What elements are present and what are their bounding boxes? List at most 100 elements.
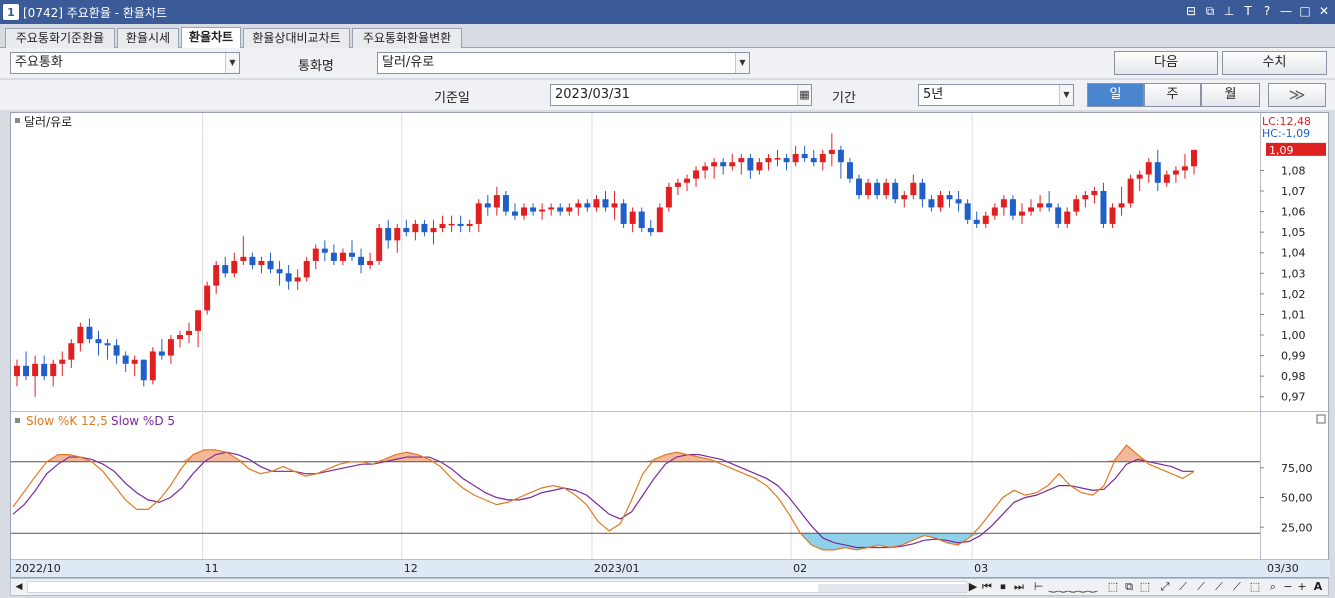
crosshair-icon[interactable]: ⬚ xyxy=(1105,579,1121,595)
auto-scale-icon[interactable]: A xyxy=(1311,579,1325,595)
more-button[interactable]: ≫ xyxy=(1268,83,1326,107)
period-select-value: 5년 xyxy=(923,87,944,102)
search-icon[interactable]: ⌕ xyxy=(1265,579,1281,595)
currency-select-value: 달러/유로 xyxy=(382,55,435,70)
candle-body xyxy=(50,363,57,377)
close-pane-icon xyxy=(1316,414,1326,424)
y-tick-label: 1,01 xyxy=(1281,308,1306,321)
zoom-in-icon[interactable]: + xyxy=(1295,579,1309,595)
tab-major-currency-rates[interactable]: 주요통화기준환율 xyxy=(5,28,115,48)
category-select[interactable]: 주요통화 ▼ xyxy=(10,52,240,74)
period-select[interactable]: 5년 ▼ xyxy=(918,84,1074,106)
candle-body xyxy=(973,219,980,224)
minimize-icon[interactable]: — xyxy=(1279,3,1293,19)
date-input[interactable]: 2023/03/31 ▦ xyxy=(550,84,812,106)
pin-icon[interactable]: ⊥ xyxy=(1222,3,1236,19)
date-input-value: 2023/03/31 xyxy=(555,87,630,102)
help-icon[interactable]: ? xyxy=(1260,3,1274,19)
zoom-out-icon[interactable]: − xyxy=(1281,579,1295,595)
window-icon[interactable]: ⬚ xyxy=(1137,579,1153,595)
candle-body xyxy=(1154,162,1161,183)
tab-exchange-chart[interactable]: 환율차트 xyxy=(181,27,241,48)
duplicate-icon[interactable]: ⧉ xyxy=(1203,3,1217,19)
expand-icon[interactable]: ⤢ xyxy=(1157,579,1173,595)
scroll-track[interactable] xyxy=(27,581,968,593)
x-tick-label: 03 xyxy=(974,562,988,575)
candle-body xyxy=(122,355,129,364)
tab-currency-conversion[interactable]: 주요통화환율변환 xyxy=(352,28,462,48)
candle-body xyxy=(1000,199,1007,208)
candle-body xyxy=(955,199,962,204)
scroll-left-icon[interactable]: ◀ xyxy=(11,579,27,595)
candle-body xyxy=(729,162,736,167)
font-icon[interactable]: T xyxy=(1241,3,1255,19)
oversold-fill xyxy=(13,533,1194,550)
close-icon[interactable]: ✕ xyxy=(1317,3,1331,19)
layout-icon[interactable]: ⊟ xyxy=(1184,3,1198,19)
candle-body xyxy=(801,153,808,159)
tab-relative-comparison-chart[interactable]: 환율상대비교차트 xyxy=(243,28,350,48)
candle-body xyxy=(68,343,75,360)
trend-icon[interactable]: ⟋ xyxy=(1193,579,1209,595)
candle-body xyxy=(140,359,147,381)
candle-body xyxy=(711,162,718,167)
fibo-icon[interactable]: ⟋ xyxy=(1211,579,1227,595)
price-chart[interactable]: 2022/10 11 12 2023/01 02 03 03/30 1,08 1,07 1,06 1… xyxy=(11,113,1330,579)
next-button[interactable]: 다음 xyxy=(1114,51,1218,75)
chevron-down-icon[interactable]: ▼ xyxy=(735,53,749,73)
stop-icon[interactable]: ⏹ xyxy=(995,579,1011,595)
y-tick-label: 1,06 xyxy=(1281,206,1306,219)
calendar-icon[interactable]: ▦ xyxy=(797,85,811,105)
candle-body xyxy=(466,223,473,226)
rewind-icon[interactable]: ⏮ xyxy=(979,579,995,595)
candle-body xyxy=(511,211,518,216)
chart-title: 달러/유로 xyxy=(24,115,72,129)
stoch-tick-label: 50,00 xyxy=(1281,492,1313,505)
candle-body xyxy=(1127,178,1134,204)
chart-panel[interactable]: 2022/10 11 12 2023/01 02 03 03/30 1,08 1,07 1,06 1… xyxy=(10,112,1330,579)
candle-body xyxy=(702,166,709,171)
candle-body xyxy=(1018,211,1025,216)
overbought-fill xyxy=(13,445,1194,462)
candle-body xyxy=(647,228,654,233)
candle-body xyxy=(222,265,229,274)
period-day-button[interactable]: 일 xyxy=(1087,83,1144,107)
candlestick-series xyxy=(14,133,1197,397)
grid-icon[interactable]: ⬚ xyxy=(1247,579,1263,595)
chart-scrollbar[interactable]: ◀ ▶ ⏮ ⏹ ⏭ ⊢ ‿‿‿‿‿ ⬚ ⧉ ⬚ ⤢ ⟋ ⟋ ⟋ ⟋ ⬚ ⌕ − … xyxy=(10,578,1329,596)
candle-body xyxy=(267,260,274,270)
candle-body xyxy=(1064,211,1071,224)
y-tick-label: 1,05 xyxy=(1281,226,1306,239)
scroll-right-icon[interactable]: ▶ xyxy=(967,579,979,595)
candle-body xyxy=(176,335,183,340)
tab-bar: 주요통화기준환율 환율시세 환율차트 환율상대비교차트 주요통화환율변환 xyxy=(0,24,1335,48)
candle-body xyxy=(548,207,555,210)
numeric-button[interactable]: 수치 xyxy=(1222,51,1327,75)
window-title: [0742] 주요환율 - 환율차트 xyxy=(23,5,167,20)
candle-body xyxy=(874,182,881,196)
candle-body xyxy=(602,199,609,208)
candle-body xyxy=(231,260,238,274)
candle-body xyxy=(575,203,582,208)
zoom-slider[interactable]: ⊢ ‿‿‿‿‿ xyxy=(1031,579,1101,595)
copy-icon[interactable]: ⧉ xyxy=(1121,579,1137,595)
date-label: 기준일 xyxy=(434,91,470,106)
candle-body xyxy=(448,223,455,226)
candle-body xyxy=(765,158,772,163)
scroll-thumb[interactable] xyxy=(818,584,968,592)
candle-body xyxy=(439,223,446,229)
draw-line-icon[interactable]: ⟋ xyxy=(1175,579,1191,595)
candle-body xyxy=(1055,207,1062,224)
period-month-button[interactable]: 월 xyxy=(1201,83,1260,107)
chevron-down-icon[interactable]: ▼ xyxy=(225,53,239,73)
currency-select[interactable]: 달러/유로 ▼ xyxy=(377,52,750,74)
period-week-button[interactable]: 주 xyxy=(1144,83,1201,107)
maximize-icon[interactable]: □ xyxy=(1298,3,1312,19)
ruler-icon[interactable]: ⟋ xyxy=(1229,579,1245,595)
candle-body xyxy=(620,203,627,224)
category-select-value: 주요통화 xyxy=(15,55,63,70)
forward-icon[interactable]: ⏭ xyxy=(1011,579,1027,595)
tab-exchange-quotes[interactable]: 환율시세 xyxy=(117,28,179,48)
candle-body xyxy=(385,228,392,241)
chevron-down-icon[interactable]: ▼ xyxy=(1059,85,1073,105)
